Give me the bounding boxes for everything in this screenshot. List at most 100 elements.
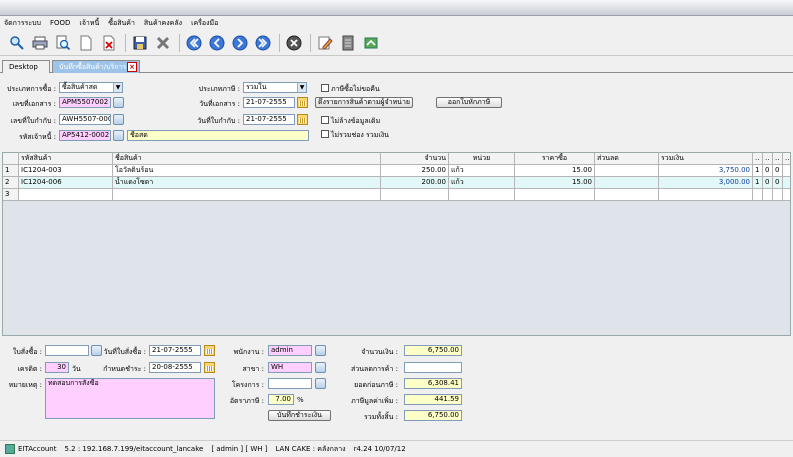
col-qty[interactable]: จำนวน: [381, 153, 449, 165]
row-flag-c[interactable]: 0: [773, 177, 783, 189]
po-field[interactable]: [45, 345, 89, 356]
row-qty[interactable]: 250.00: [381, 165, 449, 177]
row-flag-b[interactable]: 0: [763, 177, 773, 189]
col-extra-2[interactable]: ..: [763, 153, 773, 165]
vat-rate-field[interactable]: 7.00: [268, 394, 294, 405]
doc-no-lookup-icon[interactable]: [113, 97, 124, 108]
edit-icon[interactable]: [316, 34, 334, 52]
menu-food[interactable]: FOOD: [50, 19, 70, 27]
row-unit[interactable]: [449, 189, 515, 201]
search-icon[interactable]: [8, 34, 26, 52]
no-total-checkbox[interactable]: [321, 130, 329, 138]
supplier-code-field[interactable]: AP5412-0002: [59, 130, 111, 141]
document-icon[interactable]: [339, 34, 357, 52]
row-code[interactable]: IC1204-003: [19, 165, 113, 177]
row-flag-c[interactable]: [773, 189, 783, 201]
invoice-no-field[interactable]: AWH5507-0001: [59, 114, 111, 125]
staff-lookup-icon[interactable]: [315, 345, 326, 356]
new-icon[interactable]: [77, 34, 95, 52]
row-code[interactable]: IC1204-006: [19, 177, 113, 189]
invoice-no-lookup-icon[interactable]: [113, 114, 124, 125]
calendar-icon[interactable]: [204, 345, 215, 356]
trade-discount-field[interactable]: [404, 362, 462, 373]
close-icon[interactable]: [285, 34, 303, 52]
row-discount[interactable]: [595, 177, 659, 189]
row-flag-d[interactable]: [783, 189, 790, 201]
no-clear-checkbox[interactable]: [321, 116, 329, 124]
row-price[interactable]: 15.00: [515, 177, 595, 189]
po-date-field[interactable]: 21-07-2555: [149, 345, 201, 356]
row-discount[interactable]: [595, 165, 659, 177]
staff-field[interactable]: admin: [268, 345, 312, 356]
previous-icon[interactable]: [208, 34, 226, 52]
purchase-type-select[interactable]: ซื้อสินค้าสด ▼: [59, 82, 123, 93]
no-refund-checkbox[interactable]: [321, 84, 329, 92]
col-unit[interactable]: หน่วย: [449, 153, 515, 165]
items-table[interactable]: รหัสสินค้า ชื่อสินค้า จำนวน หน่วย ราคาซื…: [2, 152, 791, 336]
col-extra-1[interactable]: ..: [753, 153, 763, 165]
row-name[interactable]: โอวัลตินร้อน: [113, 165, 381, 177]
menu-tools[interactable]: เครื่องมือ: [191, 18, 218, 29]
table-row[interactable]: 1 IC1204-003 โอวัลตินร้อน 250.00 แก้ว 15…: [3, 165, 790, 177]
preview-icon[interactable]: [54, 34, 72, 52]
branch-lookup-icon[interactable]: [315, 362, 326, 373]
calendar-icon[interactable]: [297, 114, 308, 125]
row-flag-d[interactable]: [783, 177, 790, 189]
supplier-lookup-icon[interactable]: [113, 130, 124, 141]
doc-date-field[interactable]: 21-07-2555: [243, 97, 295, 108]
row-total[interactable]: [659, 189, 753, 201]
row-qty[interactable]: [381, 189, 449, 201]
issue-tax-invoice-button[interactable]: ออกใบหักภาษี: [436, 97, 502, 108]
tab-close-icon[interactable]: ×: [127, 62, 137, 72]
row-code[interactable]: [19, 189, 113, 201]
row-flag-b[interactable]: 0: [763, 165, 773, 177]
first-icon[interactable]: [185, 34, 203, 52]
cancel-icon[interactable]: [154, 34, 172, 52]
tab-purchase-entry[interactable]: บันทึกซื้อสินค้า/บริการ ×: [52, 60, 140, 73]
row-flag-a[interactable]: 1: [753, 165, 763, 177]
row-discount[interactable]: [595, 189, 659, 201]
row-flag-c[interactable]: 0: [773, 165, 783, 177]
last-icon[interactable]: [254, 34, 272, 52]
supplier-name-field[interactable]: ชื่อสด: [127, 130, 309, 141]
branch-field[interactable]: WH: [268, 362, 312, 373]
row-unit[interactable]: แก้ว: [449, 177, 515, 189]
table-row[interactable]: 3: [3, 189, 790, 201]
calendar-icon[interactable]: [204, 362, 215, 373]
invoice-date-field[interactable]: 21-07-2555: [243, 114, 295, 125]
row-name[interactable]: น้ำแดงโซดา: [113, 177, 381, 189]
tax-type-select[interactable]: รวมใน ▼: [243, 82, 307, 93]
row-price[interactable]: [515, 189, 595, 201]
row-name[interactable]: [113, 189, 381, 201]
print-icon[interactable]: [31, 34, 49, 52]
row-flag-b[interactable]: [763, 189, 773, 201]
remark-field[interactable]: ทดสอบการสั่งซื้อ: [45, 378, 215, 419]
col-discount[interactable]: ส่วนลด: [595, 153, 659, 165]
doc-no-field[interactable]: APM5507002: [59, 97, 111, 108]
credit-days-field[interactable]: 30: [45, 362, 69, 373]
export-icon[interactable]: [362, 34, 380, 52]
row-total[interactable]: 3,750.00: [659, 165, 753, 177]
col-extra-3[interactable]: ..: [773, 153, 783, 165]
col-extra-4[interactable]: ..: [783, 153, 790, 165]
col-name[interactable]: ชื่อสินค้า: [113, 153, 381, 165]
table-row[interactable]: 2 IC1204-006 น้ำแดงโซดา 200.00 แก้ว 15.0…: [3, 177, 790, 189]
save-icon[interactable]: [131, 34, 149, 52]
due-date-field[interactable]: 20-08-2555: [149, 362, 201, 373]
project-lookup-icon[interactable]: [315, 378, 326, 389]
col-total[interactable]: รวมเงิน: [659, 153, 753, 165]
col-code[interactable]: รหัสสินค้า: [19, 153, 113, 165]
row-flag-a[interactable]: 1: [753, 177, 763, 189]
menu-payable[interactable]: เจ้าหนี้: [79, 18, 99, 29]
project-field[interactable]: [268, 378, 312, 389]
pull-supplier-items-button[interactable]: ดึงรายการสินค้าตามผู้จำหน่าย: [315, 97, 413, 108]
menu-system[interactable]: จัดการระบบ: [4, 18, 41, 29]
row-price[interactable]: 15.00: [515, 165, 595, 177]
col-price[interactable]: ราคาซื้อ: [515, 153, 595, 165]
menu-purchase[interactable]: ซื้อสินค้า: [108, 18, 135, 29]
menu-inventory[interactable]: สินค้าคงคลัง: [144, 18, 182, 29]
calendar-icon[interactable]: [297, 97, 308, 108]
row-total[interactable]: 3,000.00: [659, 177, 753, 189]
row-qty[interactable]: 200.00: [381, 177, 449, 189]
delete-icon[interactable]: [100, 34, 118, 52]
